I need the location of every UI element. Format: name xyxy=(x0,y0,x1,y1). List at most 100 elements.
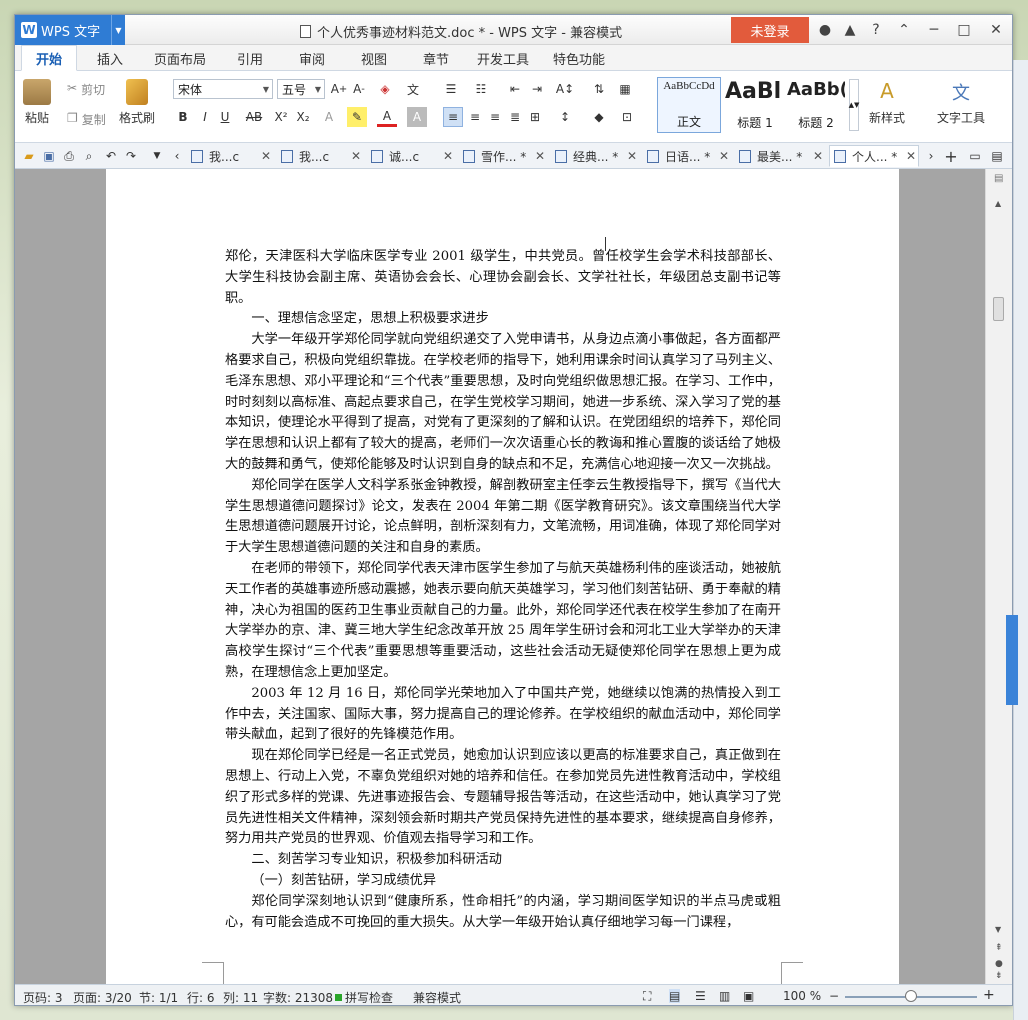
vertical-scrollbar[interactable]: ▤ ▲ ▼ ⇞ ● ⇟ xyxy=(985,169,1012,984)
text-direction-icon[interactable]: A↕ xyxy=(555,79,575,99)
tab-features[interactable]: 特色功能 xyxy=(547,45,611,71)
maximize-icon[interactable]: □ xyxy=(951,18,977,42)
font-name-select[interactable]: 宋体 ▼ xyxy=(173,79,273,99)
style-heading-1[interactable]: AaBl 标题 1 xyxy=(725,77,785,133)
redo-icon[interactable]: ↷ xyxy=(121,146,141,166)
superscript-icon[interactable]: X² xyxy=(271,107,291,127)
close-icon[interactable]: ✕ xyxy=(813,149,823,163)
clear-format-icon[interactable]: ◈ xyxy=(375,79,395,99)
decrease-indent-icon[interactable]: ⇤ xyxy=(505,79,525,99)
login-button[interactable]: 未登录 xyxy=(731,17,809,43)
text-tools-button[interactable]: 文 文字工具 xyxy=(937,79,985,126)
shirt-icon[interactable]: ▲ xyxy=(837,18,863,42)
scroll-up-icon[interactable]: ▲ xyxy=(995,199,1001,208)
doc-tab[interactable]: 诚...c ✕ xyxy=(367,145,455,167)
increase-indent-icon[interactable]: ⇥ xyxy=(527,79,547,99)
underline-icon[interactable]: U xyxy=(215,107,235,127)
tab-references[interactable]: 引用 xyxy=(225,45,275,71)
close-icon[interactable]: ✕ xyxy=(983,18,1009,42)
print-icon[interactable]: ⎙ xyxy=(59,146,79,166)
border-icon[interactable]: ⊡ xyxy=(617,107,637,127)
web-view-icon[interactable]: ▥ xyxy=(719,989,730,1003)
save-icon[interactable]: ▣ xyxy=(39,146,59,166)
numbered-list-icon[interactable]: ☷ xyxy=(471,79,491,99)
shading-icon[interactable]: ◆ xyxy=(589,107,609,127)
doc-tab[interactable]: 最美... * ✕ xyxy=(735,145,825,167)
zoom-out-icon[interactable]: − xyxy=(829,989,839,1003)
outline-view-icon[interactable]: ☰ xyxy=(695,989,706,1003)
close-icon[interactable]: ✕ xyxy=(351,149,361,163)
grow-font-icon[interactable]: A + xyxy=(329,79,349,99)
minimize-icon[interactable]: ─ xyxy=(921,18,947,42)
paste-button[interactable]: 粘贴 xyxy=(23,79,51,126)
read-view-icon[interactable]: ▣ xyxy=(743,989,754,1003)
skin-icon[interactable]: ● xyxy=(812,18,838,42)
tabs-right-icon[interactable]: › xyxy=(921,146,941,166)
align-left-icon[interactable]: ≡ xyxy=(443,107,463,127)
zoom-in-icon[interactable]: + xyxy=(983,987,995,1003)
ruler-toggle-icon[interactable]: ▤ xyxy=(994,173,1003,184)
browse-object-icon[interactable]: ● xyxy=(995,959,1003,969)
chevron-down-icon[interactable]: ▼ xyxy=(147,146,167,166)
tab-list-icon[interactable]: ▭ xyxy=(965,146,985,166)
doc-tab[interactable]: 我...c ✕ xyxy=(277,145,363,167)
full-screen-icon[interactable]: ⛶ xyxy=(643,989,651,1004)
tab-insert[interactable]: 插入 xyxy=(85,45,135,71)
doc-tab[interactable]: 我...c ✕ xyxy=(187,145,273,167)
spell-check-button[interactable]: 拼写检查 xyxy=(335,989,393,1005)
tab-home[interactable]: 开始 xyxy=(21,45,77,71)
style-heading-2[interactable]: AaBb( 标题 2 xyxy=(787,77,845,133)
chevron-down-icon[interactable]: ▼ xyxy=(111,15,125,45)
font-color-icon[interactable]: A xyxy=(377,107,397,127)
print-preview-icon[interactable]: ⌕ xyxy=(79,146,99,166)
help-icon[interactable]: ? xyxy=(863,18,889,42)
subscript-icon[interactable]: X₂ xyxy=(293,107,313,127)
new-tab-icon[interactable]: + xyxy=(941,146,961,166)
close-icon[interactable]: ✕ xyxy=(627,149,637,163)
text-effect-icon[interactable]: A xyxy=(319,107,339,127)
close-icon[interactable]: ✕ xyxy=(443,149,453,163)
justify-icon[interactable]: ≣ xyxy=(505,107,525,127)
doc-tab[interactable]: 日语... * ✕ xyxy=(643,145,731,167)
copy-button[interactable]: ❐ 复制 xyxy=(67,111,106,128)
document-page[interactable]: 郑伦，天津医科大学临床医学专业 2001 级学生，中共党员。曾任校学生会学术科技… xyxy=(106,169,899,984)
close-icon[interactable]: ✕ xyxy=(261,149,271,163)
prev-page-icon[interactable]: ⇞ xyxy=(995,943,1003,953)
app-menu-button[interactable]: W WPS 文字 ▼ xyxy=(15,15,125,45)
tab-view[interactable]: 视图 xyxy=(349,45,399,71)
document-body[interactable]: 郑伦，天津医科大学临床医学专业 2001 级学生，中共党员。曾任校学生会学术科技… xyxy=(225,247,781,933)
tab-developer[interactable]: 开发工具 xyxy=(471,45,535,71)
highlight-icon[interactable]: ✎ xyxy=(347,107,367,127)
align-right-icon[interactable]: ≡ xyxy=(485,107,505,127)
open-folder-icon[interactable]: ▰ xyxy=(19,146,39,166)
font-size-select[interactable]: 五号 ▼ xyxy=(277,79,325,99)
doc-tab[interactable]: 经典... * ✕ xyxy=(551,145,639,167)
side-panel-toggle[interactable] xyxy=(1006,615,1018,705)
align-center-icon[interactable]: ≡ xyxy=(465,107,485,127)
bullet-list-icon[interactable]: ☰ xyxy=(441,79,461,99)
collapse-ribbon-icon[interactable]: ⌃ xyxy=(891,18,917,42)
tabs-left-icon[interactable]: ‹ xyxy=(167,146,187,166)
undo-icon[interactable]: ↶ xyxy=(101,146,121,166)
scroll-thumb[interactable] xyxy=(993,297,1004,321)
bold-icon[interactable]: B xyxy=(173,107,193,127)
tab-review[interactable]: 审阅 xyxy=(287,45,337,71)
zoom-slider-knob[interactable] xyxy=(905,990,917,1002)
tab-menu-icon[interactable]: ▤ xyxy=(987,146,1007,166)
shrink-font-icon[interactable]: A- xyxy=(349,79,369,99)
scroll-down-icon[interactable]: ▼ xyxy=(995,925,1001,934)
styles-scroll[interactable]: ▲▼ xyxy=(849,79,859,131)
italic-icon[interactable]: I xyxy=(195,107,215,127)
line-spacing-icon[interactable]: ↕ xyxy=(555,107,575,127)
doc-tab-active[interactable]: 个人... * ✕ xyxy=(829,145,919,167)
close-icon[interactable]: ✕ xyxy=(535,149,545,163)
tab-page-layout[interactable]: 页面布局 xyxy=(145,45,215,71)
close-icon[interactable]: ✕ xyxy=(719,149,729,163)
cut-button[interactable]: ✂ 剪切 xyxy=(67,81,105,98)
tab-chapter[interactable]: 章节 xyxy=(411,45,461,71)
table-icon[interactable]: ▦ xyxy=(615,79,635,99)
close-icon[interactable]: ✕ xyxy=(906,149,916,163)
sort-icon[interactable]: ⇅ xyxy=(589,79,609,99)
format-painter-button[interactable]: 格式刷 xyxy=(119,79,155,126)
distribute-icon[interactable]: ⊞ xyxy=(525,107,545,127)
